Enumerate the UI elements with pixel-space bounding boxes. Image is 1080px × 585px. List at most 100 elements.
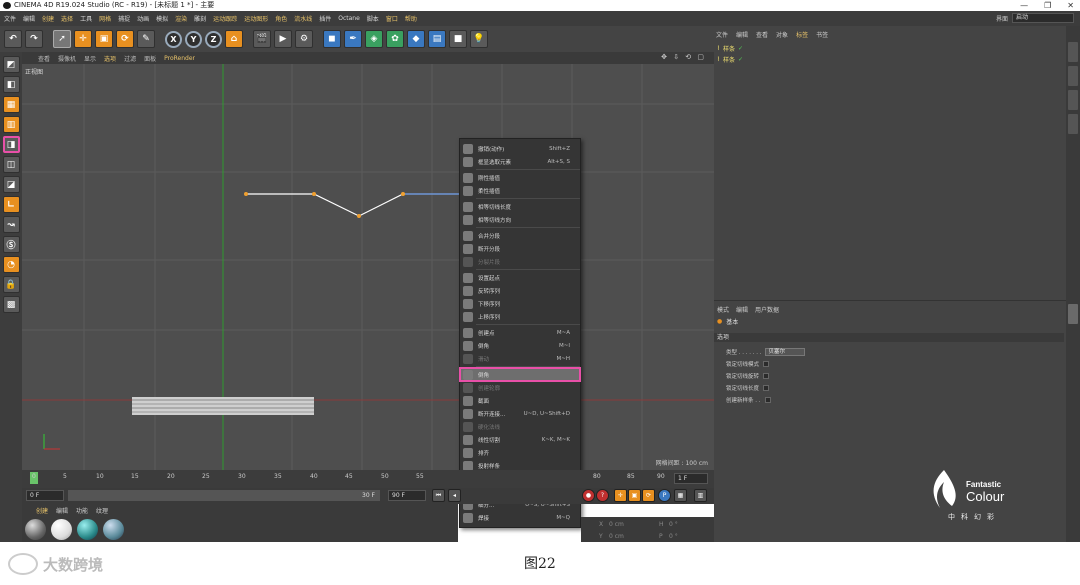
context-menu-item[interactable]: 排齐	[460, 446, 580, 459]
move-tool-icon[interactable]: ✛	[74, 30, 92, 48]
rotate-tool-icon[interactable]: ⟳	[116, 30, 134, 48]
auto-keyframe-icon[interactable]: ?	[596, 489, 609, 502]
timeline-window-icon[interactable]: ▥	[694, 489, 707, 502]
side-tab-objects[interactable]	[1068, 42, 1078, 62]
quantize-icon[interactable]: ◔	[2, 256, 20, 273]
attr-menu-mode[interactable]: 模式	[717, 305, 729, 314]
material-menu-edit[interactable]: 编辑	[56, 506, 68, 515]
context-menu-item[interactable]: 创建轮廓	[460, 381, 580, 394]
points-mode-icon[interactable]: ◨	[2, 136, 20, 153]
material-menu-create[interactable]: 创建	[36, 506, 48, 515]
context-menu-item[interactable]: 刚性插值	[460, 171, 580, 184]
key-param-icon[interactable]: P	[658, 489, 671, 502]
context-menu-item[interactable]: 断开连接... U~D, U~Shift+D	[460, 407, 580, 420]
menu-create[interactable]: 创建	[42, 14, 54, 23]
attr-menu-edit[interactable]: 编辑	[736, 305, 748, 314]
menu-pipeline[interactable]: 流水线	[294, 14, 312, 23]
deformer-icon[interactable]: ◆	[407, 30, 425, 48]
context-menu-item-bevel-highlighted[interactable]: 倒角	[459, 367, 581, 382]
minimize-button[interactable]: —	[1020, 0, 1028, 11]
record-keyframe-icon[interactable]: ●	[582, 489, 595, 502]
material-menu-texture[interactable]: 纹理	[96, 506, 108, 515]
key-pla-icon[interactable]: ▦	[674, 489, 687, 502]
material-swatch-teal[interactable]	[77, 519, 98, 540]
timeline-ruler[interactable]: 0 5 10 15 20 25 30 35 40 45 50 55 80 85 …	[22, 470, 714, 488]
live-selection-icon[interactable]: ✎	[137, 30, 155, 48]
current-frame-field[interactable]: 1 F	[674, 473, 708, 484]
menu-octane[interactable]: Octane	[338, 15, 360, 22]
obj-menu-bookmarks[interactable]: 书签	[816, 30, 828, 39]
obj-menu-edit[interactable]: 编辑	[736, 30, 748, 39]
end-frame-field[interactable]: 90 F	[388, 490, 426, 501]
polygons-mode-icon[interactable]: ◪	[2, 176, 20, 193]
camera-icon[interactable]: ■	[449, 30, 467, 48]
coord-h-value[interactable]: 0 °	[669, 521, 678, 528]
render-settings-icon[interactable]: ⚙	[295, 30, 313, 48]
floor-icon[interactable]: ▤	[428, 30, 446, 48]
type-dropdown[interactable]: 贝塞尔	[765, 348, 806, 356]
menu-render[interactable]: 渲染	[175, 14, 187, 23]
object-row[interactable]: ⌇ 样条 ✓	[717, 55, 743, 64]
attr-menu-user-data[interactable]: 用户数据	[755, 305, 779, 314]
side-tab-structure[interactable]	[1068, 90, 1078, 110]
obj-menu-view[interactable]: 查看	[756, 30, 768, 39]
menu-edit[interactable]: 编辑	[23, 14, 35, 23]
option-checkbox[interactable]	[764, 397, 771, 403]
coord-y-value[interactable]: 0 cm	[609, 533, 624, 540]
workplane-lock-icon[interactable]: 🔒	[2, 276, 20, 293]
obj-menu-file[interactable]: 文件	[716, 30, 728, 39]
viewport-menu-display[interactable]: 显示	[84, 54, 96, 63]
render-picture-viewer-icon[interactable]: ▶	[274, 30, 292, 48]
texture-mode-icon[interactable]: ▦	[2, 96, 20, 113]
x-axis-lock-button[interactable]: X	[165, 30, 182, 48]
redo-icon[interactable]: ↷	[25, 30, 43, 48]
step-back-icon[interactable]: ◂	[448, 489, 461, 502]
menu-snap[interactable]: 捕捉	[118, 14, 130, 23]
context-menu-item[interactable]: 框显选取元素 Alt+S, S	[460, 155, 580, 168]
context-menu-item[interactable]: 柔性插值	[460, 184, 580, 197]
menu-select[interactable]: 选择	[61, 14, 73, 23]
enabled-check-icon[interactable]: ✓	[738, 45, 743, 52]
obj-menu-objects[interactable]: 对象	[776, 30, 788, 39]
menu-script[interactable]: 脚本	[367, 14, 379, 23]
material-swatch-white[interactable]	[51, 519, 72, 540]
tweak-mode-icon[interactable]: ↝	[2, 216, 20, 233]
context-menu-item[interactable]: 滑动 M~H	[460, 352, 580, 365]
context-menu-item[interactable]: 分裂片段	[460, 255, 580, 268]
workplane-icon[interactable]: ▥	[2, 116, 20, 133]
viewport-menu-view[interactable]: 查看	[38, 54, 50, 63]
context-menu-item[interactable]: 相等切线长度	[460, 200, 580, 213]
material-menu-function[interactable]: 功能	[76, 506, 88, 515]
option-checkbox[interactable]	[763, 361, 770, 367]
context-menu-item[interactable]: 撤销(动作) Shift+Z	[460, 142, 580, 155]
enable-axis-icon[interactable]: ∟	[2, 196, 20, 213]
menu-mograph[interactable]: 运动图形	[244, 14, 268, 23]
coordinate-system-icon[interactable]: ⌂	[225, 30, 243, 48]
material-swatch-gray[interactable]	[25, 519, 46, 540]
key-rotation-icon[interactable]: ⟳	[642, 489, 655, 502]
viewport-menu-filter[interactable]: 过滤	[124, 54, 136, 63]
context-menu-item[interactable]: 下移序列	[460, 297, 580, 310]
z-axis-lock-button[interactable]: Z	[205, 30, 222, 48]
option-checkbox[interactable]	[763, 373, 770, 379]
maximize-button[interactable]: ❐	[1044, 0, 1051, 11]
coord-p-value[interactable]: 0 °	[669, 533, 678, 540]
options-section-header[interactable]: 选项	[714, 333, 1064, 342]
menu-tools[interactable]: 工具	[80, 14, 92, 23]
menu-file[interactable]: 文件	[4, 14, 16, 23]
menu-help[interactable]: 帮助	[405, 14, 417, 23]
viewport-menu-options[interactable]: 选项	[104, 54, 116, 63]
context-menu-item[interactable]: 硬化法线	[460, 420, 580, 433]
context-menu-item[interactable]: 截面	[460, 394, 580, 407]
pen-spline-icon[interactable]: ✒	[344, 30, 362, 48]
select-arrow-icon[interactable]: ➚	[53, 30, 71, 48]
model-mode-icon[interactable]: ◧	[2, 76, 20, 93]
context-menu-item[interactable]: 线性切割 K~K, M~K	[460, 433, 580, 446]
start-frame-field[interactable]: 0 F	[26, 490, 64, 501]
context-menu-item[interactable]: 断开分段	[460, 242, 580, 255]
menu-window[interactable]: 窗口	[386, 14, 398, 23]
y-axis-lock-button[interactable]: Y	[185, 30, 202, 48]
edges-mode-icon[interactable]: ◫	[2, 156, 20, 173]
scale-tool-icon[interactable]: ▣	[95, 30, 113, 48]
snap-icon[interactable]: Ⓢ	[2, 236, 20, 253]
